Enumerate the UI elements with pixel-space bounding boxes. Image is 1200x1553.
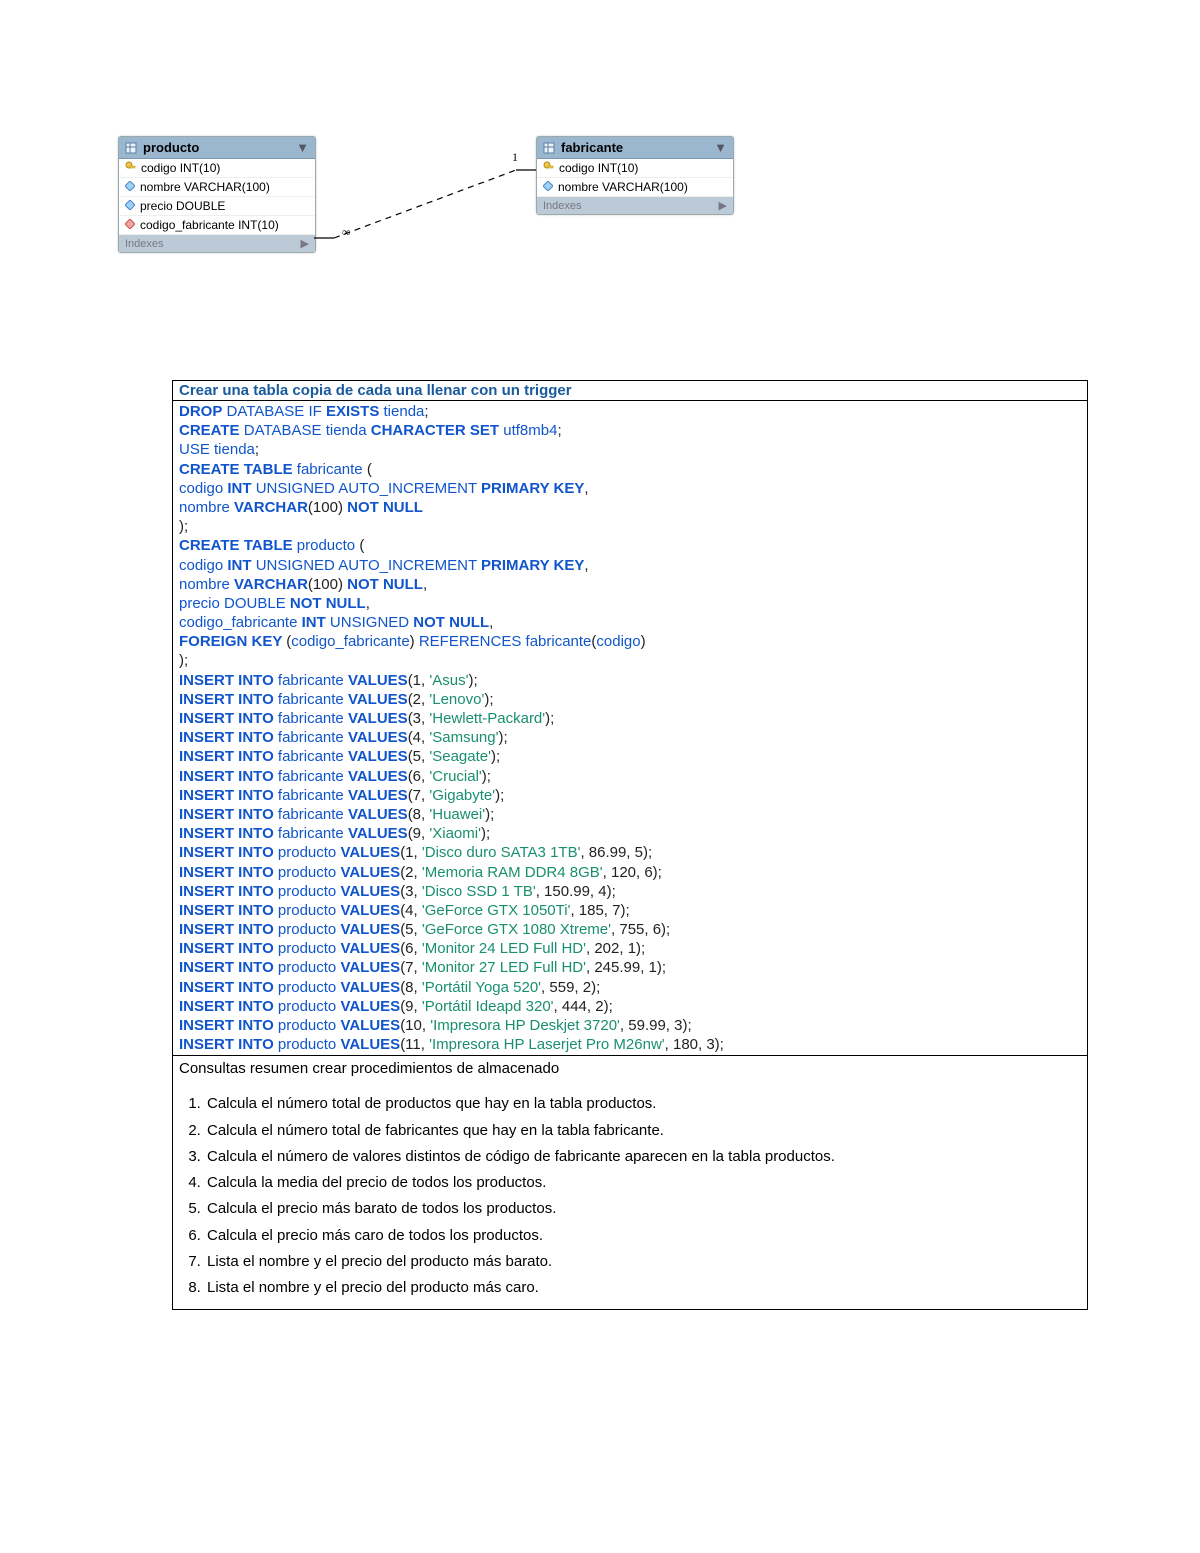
expand-icon: ▶: [301, 237, 309, 250]
task-item: Calcula el precio más barato de todos lo…: [205, 1196, 1079, 1222]
sql-code-block: DROP DATABASE IF EXISTS tienda; CREATE D…: [173, 401, 1087, 1055]
column-dia-red-icon: [125, 218, 135, 232]
box-title: Crear una tabla copia de cada una llenar…: [173, 381, 1087, 401]
column-key-icon: [543, 161, 554, 175]
task-item: Lista el nombre y el precio del producto…: [205, 1249, 1079, 1275]
task-item: Calcula el precio más caro de todos los …: [205, 1223, 1079, 1249]
table-icon: [125, 142, 137, 154]
er-column: nombre VARCHAR(100): [119, 178, 315, 197]
table-icon: [543, 142, 555, 154]
column-text: precio DOUBLE: [140, 199, 225, 213]
tasks-header: Consultas resumen crear procedimientos d…: [173, 1055, 1087, 1077]
er-column: precio DOUBLE: [119, 197, 315, 216]
tasks-list: Calcula el número total de productos que…: [173, 1091, 1087, 1301]
er-column: codigo INT(10): [537, 159, 733, 178]
cardinality-one: 1: [512, 150, 518, 165]
column-text: codigo INT(10): [141, 161, 220, 175]
cardinality-many: ∞: [342, 225, 351, 240]
er-table-producto: producto ▼ codigo INT(10) nombre VARCHAR(…: [118, 136, 316, 253]
expand-icon: ▶: [719, 199, 727, 212]
er-column: codigo_fabricante INT(10): [119, 216, 315, 235]
collapse-icon: ▼: [714, 140, 727, 155]
column-dia-blue-icon: [543, 180, 553, 194]
column-dia-blue-icon: [125, 180, 135, 194]
er-table-fabricante: fabricante ▼ codigo INT(10) nombre VARCHA…: [536, 136, 734, 215]
er-table-footer: Indexes ▶: [119, 235, 315, 252]
er-table-header: producto ▼: [119, 137, 315, 159]
task-item: Calcula el número total de productos que…: [205, 1091, 1079, 1117]
er-table-header: fabricante ▼: [537, 137, 733, 159]
column-text: nombre VARCHAR(100): [558, 180, 688, 194]
sql-document-box: Crear una tabla copia de cada una llenar…: [172, 380, 1088, 1310]
column-dia-blue-icon: [125, 199, 135, 213]
task-item: Calcula el número de valores distintos d…: [205, 1144, 1079, 1170]
collapse-icon: ▼: [296, 140, 309, 155]
task-item: Calcula el número total de fabricantes q…: [205, 1118, 1079, 1144]
er-column: nombre VARCHAR(100): [537, 178, 733, 197]
task-item: Calcula la media del precio de todos los…: [205, 1170, 1079, 1196]
column-text: codigo INT(10): [559, 161, 638, 175]
column-text: nombre VARCHAR(100): [140, 180, 270, 194]
task-item: Lista el nombre y el precio del producto…: [205, 1275, 1079, 1301]
er-table-footer: Indexes ▶: [537, 197, 733, 214]
er-table-name: producto: [143, 140, 199, 155]
column-text: codigo_fabricante INT(10): [140, 218, 279, 232]
er-table-name: fabricante: [561, 140, 623, 155]
column-key-icon: [125, 161, 136, 175]
er-column: codigo INT(10): [119, 159, 315, 178]
